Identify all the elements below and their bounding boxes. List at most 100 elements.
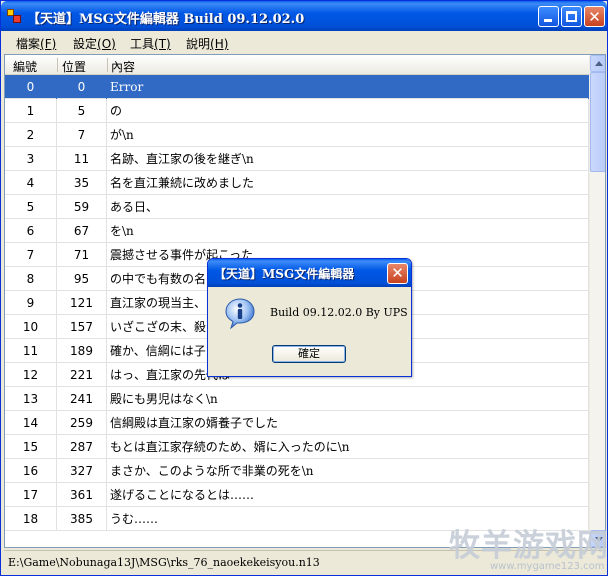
menu-help[interactable]: 說明(H) (186, 35, 228, 52)
cell-position[interactable]: 11 (57, 147, 107, 171)
cell-content[interactable]: まさか、このような所で非業の死を\n (107, 459, 589, 483)
app-icon-square-red (13, 15, 21, 23)
cell-position[interactable]: 121 (57, 291, 107, 315)
cell-position[interactable]: 327 (57, 459, 107, 483)
cell-position[interactable]: 361 (57, 483, 107, 507)
cell-id[interactable]: 16 (5, 459, 57, 483)
cell-id[interactable]: 0 (5, 75, 57, 99)
table-row[interactable]: 16 327 まさか、このような所で非業の死を\n (5, 459, 589, 483)
cell-id[interactable]: 17 (5, 483, 57, 507)
vertical-scrollbar[interactable] (589, 55, 605, 547)
cell-position[interactable]: 0 (57, 75, 107, 99)
cell-id[interactable]: 10 (5, 315, 57, 339)
table-row[interactable]: 13 241 殿にも男児はなく\n (5, 387, 589, 411)
cell-content[interactable]: もとは直江家存続のため、婿に入ったのに\n (107, 435, 589, 459)
title-bar[interactable]: 【天道】MSG文件編輯器 Build 09.12.02.0 ✕ (1, 1, 607, 31)
menu-settings-mnemonic: (O) (97, 37, 116, 51)
maximize-button[interactable] (561, 6, 582, 27)
cell-content[interactable]: が\n (107, 123, 589, 147)
cell-content[interactable]: 殿にも男児はなく\n (107, 387, 589, 411)
about-dialog: 【天道】MSG文件編輯器 ✕ Build 09.12.02.0 By UPS 確… (207, 258, 412, 377)
cell-id[interactable]: 2 (5, 123, 57, 147)
table-row[interactable]: 17 361 遂げることになるとは…… (5, 483, 589, 507)
cell-position[interactable]: 189 (57, 339, 107, 363)
cell-content[interactable]: ある日、 (107, 195, 589, 219)
menu-help-mnemonic: (H) (210, 37, 229, 51)
cell-position[interactable]: 35 (57, 171, 107, 195)
watermark-logo-text: 牧羊游戏网 (449, 528, 608, 564)
cell-position[interactable]: 287 (57, 435, 107, 459)
table-row[interactable]: 15の (5, 99, 589, 123)
cell-position[interactable]: 95 (57, 267, 107, 291)
cell-id[interactable]: 7 (5, 243, 57, 267)
close-button[interactable]: ✕ (584, 6, 605, 27)
cell-position[interactable]: 241 (57, 387, 107, 411)
cell-id[interactable]: 14 (5, 411, 57, 435)
cell-id[interactable]: 4 (5, 171, 57, 195)
app-icon[interactable] (7, 9, 21, 23)
header-content[interactable]: 內容 (111, 58, 135, 75)
menu-bar: 檔案(F) 設定(O) 工具(T) 說明(H) (4, 32, 606, 53)
ok-button[interactable]: 確定 (272, 345, 346, 363)
header-id[interactable]: 編號 (13, 58, 37, 75)
menu-tools[interactable]: 工具(T) (130, 35, 171, 52)
cell-position[interactable]: 385 (57, 507, 107, 531)
cell-position[interactable]: 157 (57, 315, 107, 339)
cell-id[interactable]: 15 (5, 435, 57, 459)
cell-content[interactable]: Error (107, 75, 589, 99)
menu-tools-label: 工具 (130, 37, 155, 51)
table-row[interactable]: 4 35 名を直江兼続に改めました (5, 171, 589, 195)
menu-settings-label: 設定 (73, 37, 98, 51)
menu-file[interactable]: 檔案(F) (16, 35, 56, 52)
cell-position[interactable]: 67 (57, 219, 107, 243)
cell-content[interactable]: の (107, 99, 589, 123)
cell-content[interactable]: を\n (107, 219, 589, 243)
cell-id[interactable]: 18 (5, 507, 57, 531)
close-icon: ✕ (588, 8, 601, 26)
cell-position[interactable]: 59 (57, 195, 107, 219)
menu-tools-mnemonic: (T) (154, 37, 171, 51)
table-row[interactable]: 6 67 を\n (5, 219, 589, 243)
menu-file-label: 檔案 (16, 37, 41, 51)
cell-position[interactable]: 71 (57, 243, 107, 267)
header-separator[interactable] (107, 58, 108, 72)
cell-id[interactable]: 8 (5, 267, 57, 291)
cell-id[interactable]: 9 (5, 291, 57, 315)
cell-id[interactable]: 13 (5, 387, 57, 411)
arrow-up-icon (595, 61, 603, 66)
header-position[interactable]: 位置 (62, 58, 86, 75)
dialog-title-bar[interactable]: 【天道】MSG文件編輯器 ✕ (208, 259, 411, 287)
scroll-up-button[interactable] (590, 55, 605, 72)
header-separator[interactable] (57, 58, 58, 72)
dialog-close-button[interactable]: ✕ (387, 263, 408, 284)
table-row[interactable]: 0 0 Error (5, 75, 589, 99)
menu-settings[interactable]: 設定(O) (73, 35, 116, 52)
table-row[interactable]: 3 11 名跡、直江家の後を継ぎ\n (5, 147, 589, 171)
cell-content[interactable]: 信綱殿は直江家の婿養子でした (107, 411, 589, 435)
table-row[interactable]: 5 59 ある日、 (5, 195, 589, 219)
cell-id[interactable]: 11 (5, 339, 57, 363)
cell-id[interactable]: 5 (5, 195, 57, 219)
window-title: 【天道】MSG文件編輯器 Build 09.12.02.0 (27, 12, 305, 27)
cell-id[interactable]: 6 (5, 219, 57, 243)
scroll-thumb[interactable] (590, 72, 605, 172)
cell-position[interactable]: 5 (57, 99, 107, 123)
maximize-icon (566, 11, 577, 22)
menu-help-label: 說明 (186, 37, 211, 51)
main-window: 【天道】MSG文件編輯器 Build 09.12.02.0 ✕ 檔案(F) 設定… (0, 0, 608, 576)
minimize-icon (544, 19, 552, 22)
table-row[interactable]: 15 287 もとは直江家存続のため、婿に入ったのに\n (5, 435, 589, 459)
cell-content[interactable]: 名を直江兼続に改めました (107, 171, 589, 195)
cell-position[interactable]: 259 (57, 411, 107, 435)
cell-id[interactable]: 1 (5, 99, 57, 123)
table-row[interactable]: 14 259 信綱殿は直江家の婿養子でした (5, 411, 589, 435)
cell-position[interactable]: 221 (57, 363, 107, 387)
minimize-button[interactable] (538, 6, 559, 27)
status-file-path: E:\Game\Nobunaga13J\MSG\rks_76_naoekekei… (8, 556, 320, 569)
table-row[interactable]: 2 7 が\n (5, 123, 589, 147)
cell-id[interactable]: 3 (5, 147, 57, 171)
cell-content[interactable]: 名跡、直江家の後を継ぎ\n (107, 147, 589, 171)
cell-content[interactable]: 遂げることになるとは…… (107, 483, 589, 507)
cell-id[interactable]: 12 (5, 363, 57, 387)
cell-position[interactable]: 7 (57, 123, 107, 147)
